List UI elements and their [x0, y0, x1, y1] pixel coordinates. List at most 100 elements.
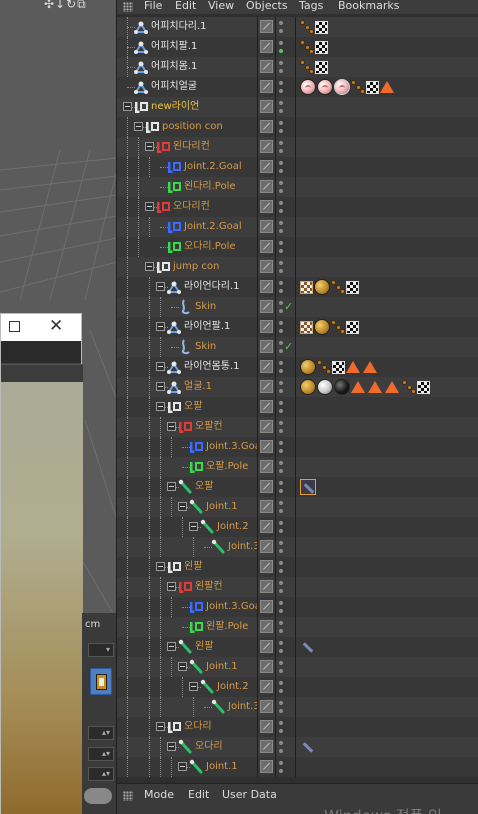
render-visibility-dot[interactable] — [279, 289, 283, 293]
checker-material-icon-alt[interactable] — [300, 281, 313, 294]
object-name[interactable]: Joint.3.Goal — [206, 441, 257, 453]
editor-visibility-dot[interactable] — [279, 401, 283, 405]
tree-row[interactable]: Joint.3 — [117, 697, 478, 717]
render-visibility-dot[interactable] — [279, 369, 283, 373]
render-visibility-dot[interactable] — [279, 449, 283, 453]
render-visibility-dot[interactable] — [279, 669, 283, 673]
slider-handle[interactable] — [84, 788, 112, 804]
menu-edit[interactable]: Edit — [175, 0, 196, 11]
pink-material-icon[interactable] — [317, 79, 333, 95]
render-visibility-dot[interactable] — [279, 329, 283, 333]
render-visibility-dot[interactable] — [279, 49, 283, 53]
tree-row[interactable]: 오다리 — [117, 737, 478, 757]
layer-icon[interactable] — [260, 80, 273, 93]
object-name[interactable]: Joint.2.Goal — [184, 161, 242, 173]
object-name[interactable]: 왼팔컨 — [195, 581, 223, 593]
collapse-toggle[interactable] — [189, 682, 198, 691]
collapse-toggle[interactable] — [178, 502, 187, 511]
triangle-tag-icon[interactable] — [380, 81, 394, 93]
editor-visibility-dot[interactable] — [279, 441, 283, 445]
editor-visibility-dot[interactable] — [279, 381, 283, 385]
layer-icon[interactable] — [260, 640, 273, 653]
editor-visibility-dot[interactable] — [279, 241, 283, 245]
object-name[interactable]: Joint.3 — [228, 541, 257, 553]
editor-visibility-dot[interactable] — [279, 501, 283, 505]
tree-row[interactable]: Joint.1 — [117, 657, 478, 677]
tree-row[interactable]: 오팔.Pole — [117, 457, 478, 477]
editor-visibility-dot[interactable] — [279, 741, 283, 745]
editor-visibility-dot[interactable] — [279, 81, 283, 85]
object-name[interactable]: 어피치몸.1 — [151, 61, 197, 73]
layer-icon[interactable] — [260, 760, 273, 773]
render-visibility-dot[interactable] — [279, 489, 283, 493]
close-icon[interactable]: ✕ — [49, 316, 63, 336]
tree-row[interactable]: 오다리 — [117, 717, 478, 737]
editor-visibility-dot[interactable] — [279, 121, 283, 125]
layer-icon[interactable] — [260, 580, 273, 593]
editor-visibility-dot[interactable] — [279, 321, 283, 325]
layer-icon[interactable] — [260, 340, 273, 353]
ik-tag-icon[interactable] — [300, 739, 316, 755]
triangle-tag-icon[interactable] — [385, 381, 399, 393]
object-name[interactable]: 왼팔 — [184, 561, 202, 573]
layer-icon[interactable] — [260, 660, 273, 673]
render-visibility-dot[interactable] — [279, 129, 283, 133]
object-name[interactable]: 어피치얼굴 — [151, 81, 197, 93]
render-visibility-dot[interactable] — [279, 609, 283, 613]
render-visibility-dot[interactable] — [279, 309, 283, 313]
object-name[interactable]: Joint.1 — [206, 661, 238, 673]
editor-visibility-dot[interactable] — [279, 421, 283, 425]
render-visibility-dot[interactable] — [279, 229, 283, 233]
collapse-toggle[interactable] — [189, 522, 198, 531]
tree-row[interactable]: Skin ✓ — [117, 297, 478, 317]
tree-row[interactable]: 오다리컨 — [117, 197, 478, 217]
render-visibility-dot[interactable] — [279, 569, 283, 573]
render-visibility-dot[interactable] — [279, 409, 283, 413]
render-visibility-dot[interactable] — [279, 549, 283, 553]
tree-row[interactable]: Joint.2 — [117, 677, 478, 697]
object-name[interactable]: 라이언다리.1 — [184, 281, 240, 293]
render-visibility-dot[interactable] — [279, 509, 283, 513]
xpresso-tag-icon[interactable] — [300, 19, 314, 35]
object-name[interactable]: 오다리 — [184, 721, 212, 733]
editor-visibility-dot[interactable] — [279, 561, 283, 565]
menu-user-data[interactable]: User Data — [222, 788, 277, 801]
object-name[interactable]: 라이언몸통.1 — [184, 361, 240, 373]
object-name[interactable]: position con — [162, 121, 223, 133]
collapse-toggle[interactable] — [178, 762, 187, 771]
collapse-toggle[interactable] — [167, 482, 176, 491]
xpresso-tag-icon[interactable] — [300, 59, 314, 75]
xpresso-tag-icon[interactable] — [402, 379, 416, 395]
grip-icon[interactable] — [123, 791, 133, 801]
xpresso-tag-icon[interactable] — [317, 359, 331, 375]
render-visibility-dot[interactable] — [279, 249, 283, 253]
xpresso-tag-icon[interactable] — [351, 79, 365, 95]
checker-material-icon[interactable] — [332, 361, 345, 374]
render-visibility-dot[interactable] — [279, 29, 283, 33]
object-name[interactable]: 오다리컨 — [173, 201, 210, 213]
render-visibility-dot[interactable] — [279, 629, 283, 633]
enabled-check-icon[interactable]: ✓ — [284, 300, 293, 313]
object-name[interactable]: 왼다리컨 — [173, 141, 210, 153]
render-visibility-dot[interactable] — [279, 529, 283, 533]
layer-icon[interactable] — [260, 100, 273, 113]
render-visibility-dot[interactable] — [279, 189, 283, 193]
object-name[interactable]: Joint.3 — [228, 701, 257, 713]
render-visibility-dot[interactable] — [279, 709, 283, 713]
stepper[interactable]: ▴▾ — [88, 726, 114, 740]
menu-file[interactable]: File — [144, 0, 162, 11]
checker-material-icon[interactable] — [315, 21, 328, 34]
tree-row[interactable]: 라이언몸통.1 — [117, 357, 478, 377]
render-visibility-dot[interactable] — [279, 729, 283, 733]
object-name[interactable]: Joint.1 — [206, 501, 238, 513]
pink-material-icon[interactable] — [300, 79, 316, 95]
object-name[interactable]: Joint.2 — [217, 681, 249, 693]
layer-icon[interactable] — [260, 380, 273, 393]
editor-visibility-dot[interactable] — [279, 601, 283, 605]
render-visibility-dot[interactable] — [279, 389, 283, 393]
xpresso-tag-icon[interactable] — [331, 319, 345, 335]
tree-row[interactable]: 왼팔 — [117, 637, 478, 657]
editor-visibility-dot[interactable] — [279, 621, 283, 625]
layer-icon[interactable] — [260, 320, 273, 333]
layer-icon[interactable] — [260, 460, 273, 473]
